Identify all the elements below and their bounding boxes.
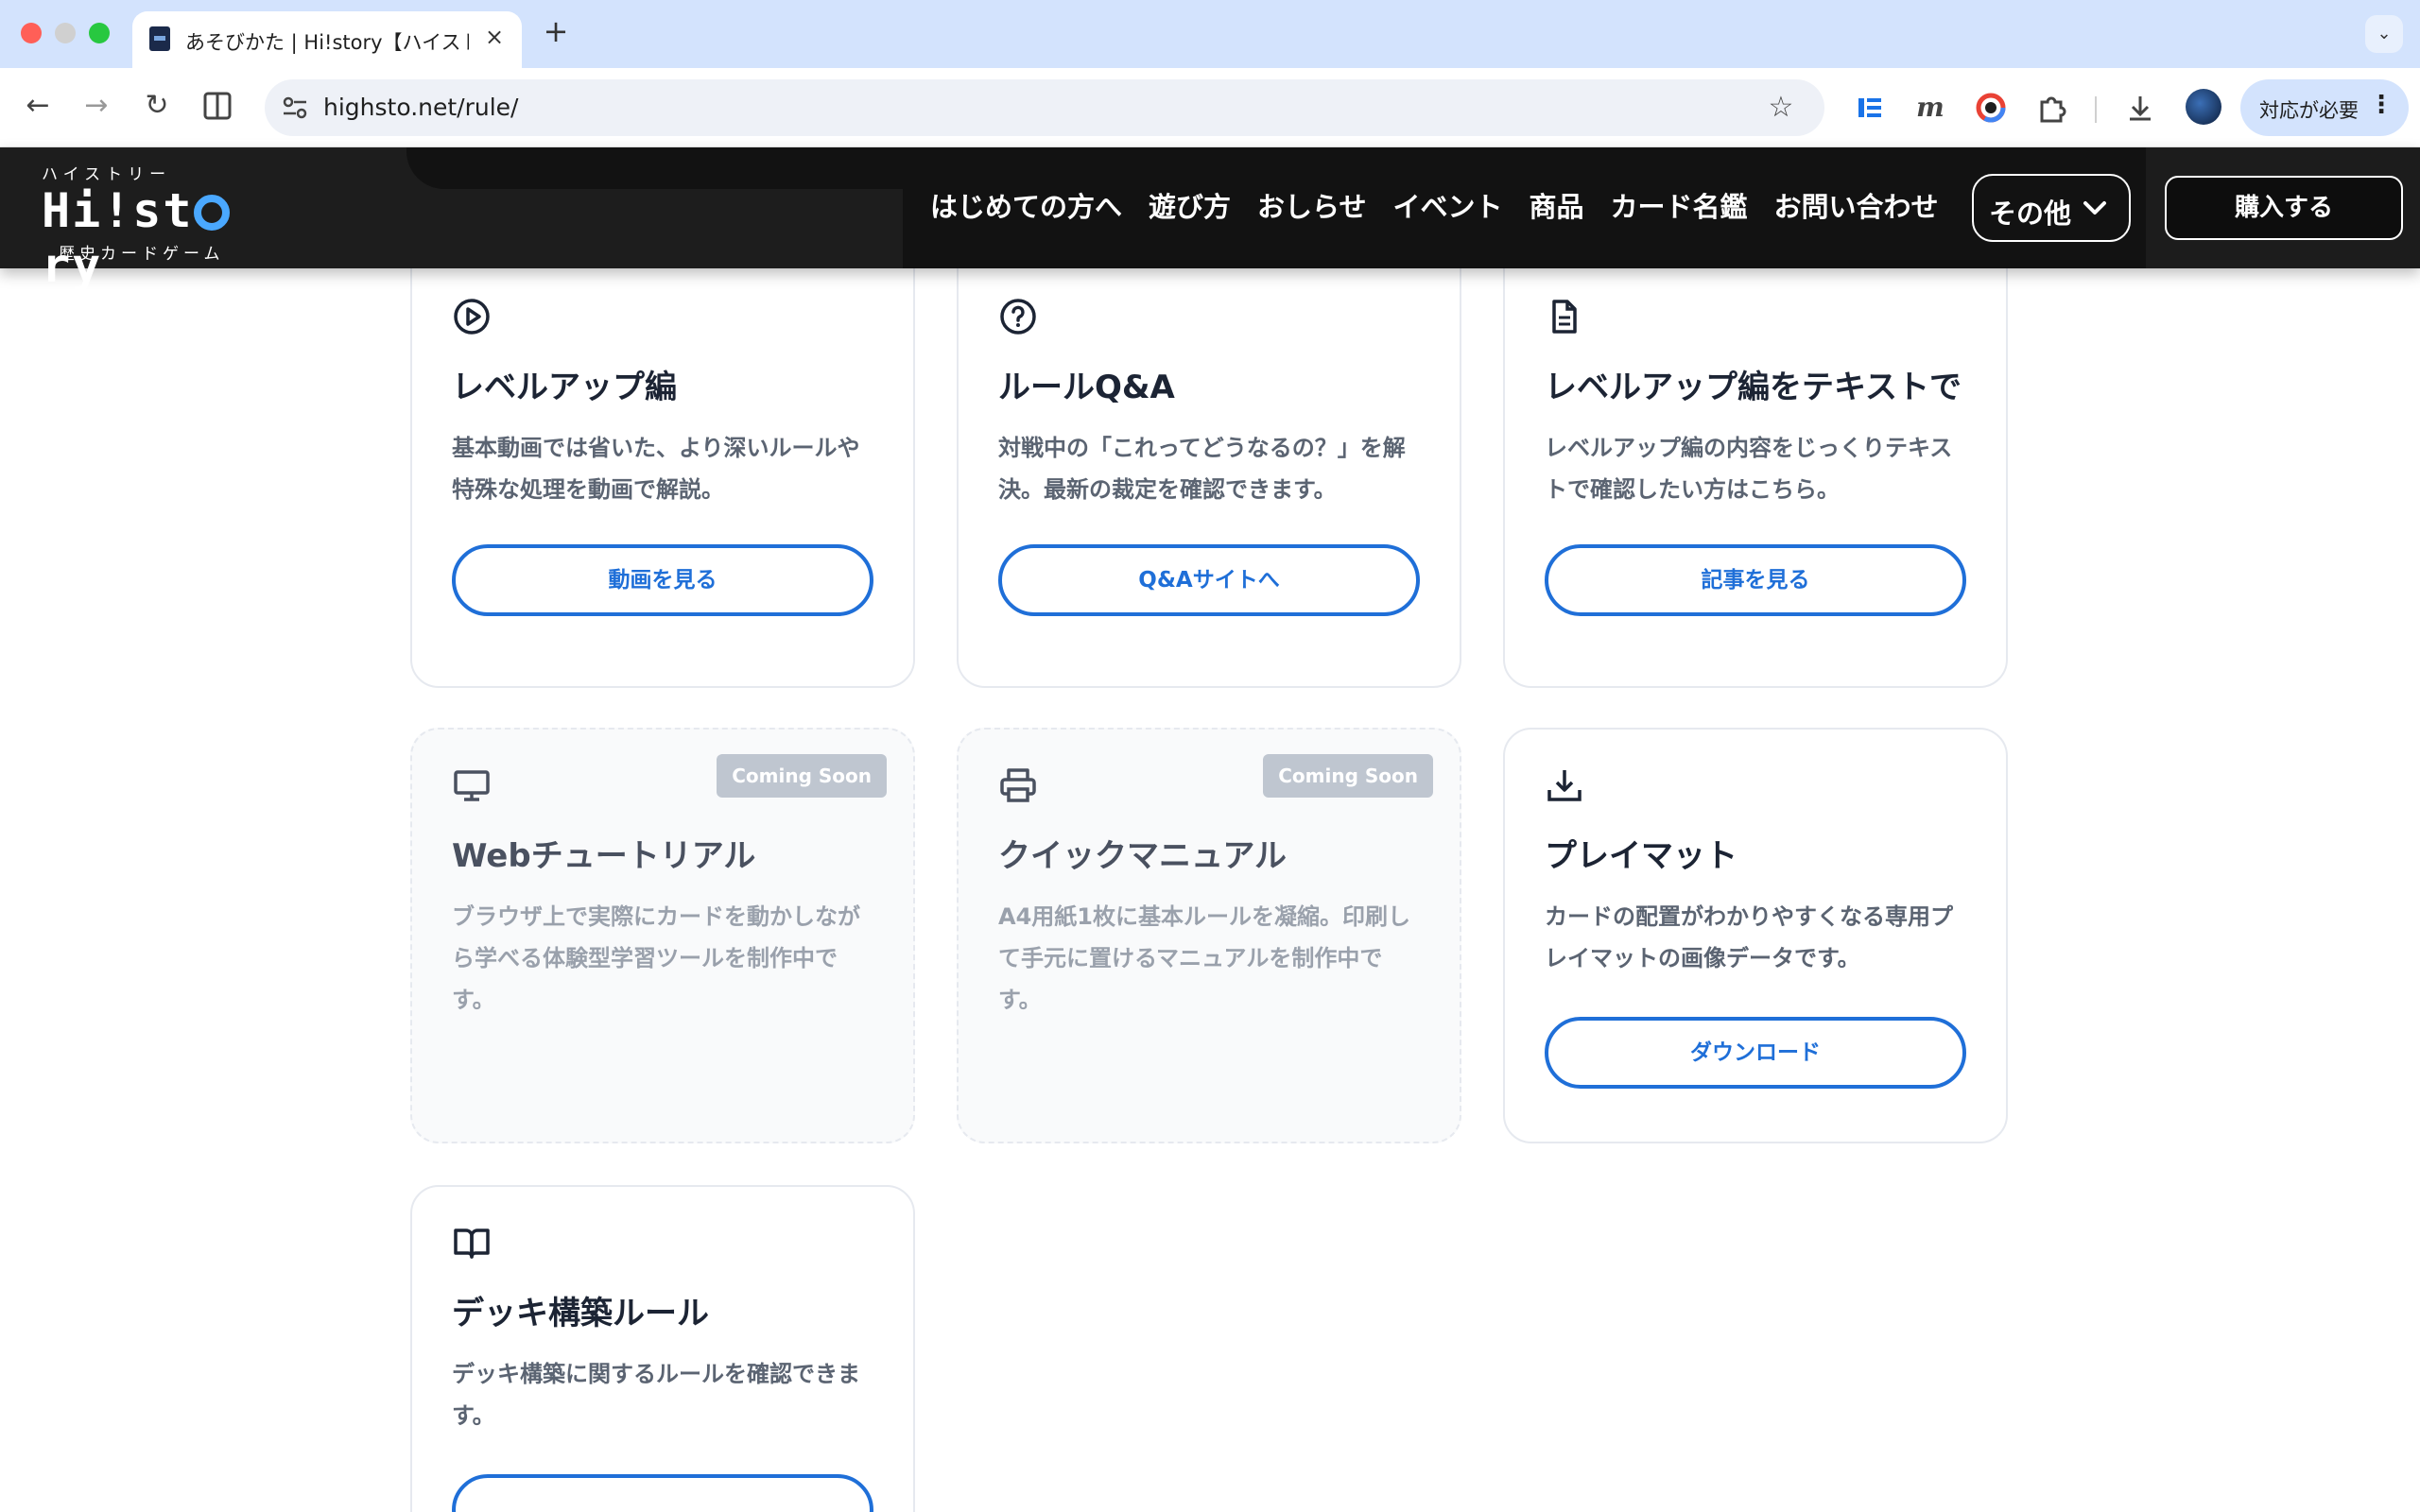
action-required-button[interactable]: 対応が必要 ⋮: [2240, 79, 2409, 136]
nav-card-list[interactable]: カード名鑑: [1610, 185, 1747, 229]
card-title: レベルアップ編をテキストで: [1545, 369, 1962, 406]
nav-news[interactable]: おしらせ: [1257, 185, 1366, 229]
document-icon: [1545, 297, 1584, 336]
download-icon: [1545, 765, 1584, 805]
card-description: 基本動画では省いた、より深いルールや特殊な処理を動画で解説。: [452, 435, 860, 503]
tab-close-icon[interactable]: ×: [480, 23, 509, 51]
more-menu-label: その他: [1989, 198, 2072, 230]
browser-toolbar: ← → ↻ highsto.net/rule/ ☆ m 対応が必要 ⋮: [0, 68, 2420, 147]
window-zoom-button[interactable]: [89, 23, 110, 43]
card-deck-building: デッキ構築ルール デッキ構築に関するルールを確認できます。: [410, 1185, 915, 1512]
card-rule-qa: ルールQ&A 対戦中の「これってどうなるの？」を解決。最新の裁定を確認できます。…: [957, 240, 1461, 688]
star-icon[interactable]: ☆: [1762, 89, 1800, 127]
play-circle-icon: [452, 297, 492, 336]
help-circle-icon: [998, 297, 1038, 336]
card-playmat: プレイマット カードの配置がわかりやすくなる専用プレイマットの画像データです。 …: [1503, 728, 2008, 1143]
extensions-icon[interactable]: [2032, 89, 2070, 127]
printer-icon: [998, 765, 1038, 805]
watch-video-button[interactable]: 動画を見る: [452, 544, 873, 616]
more-menu-button[interactable]: その他: [1972, 174, 2131, 242]
nav-events[interactable]: イベント: [1392, 185, 1502, 229]
action-required-label: 対応が必要: [2259, 99, 2359, 122]
download-button[interactable]: ダウンロード: [1545, 1017, 1966, 1089]
buy-button[interactable]: 購入する: [2165, 176, 2403, 240]
site-logo[interactable]: ハイストリー Hi!stry 歴史カードゲーム: [42, 157, 250, 293]
card-description: デッキ構築に関するルールを確認できます。: [452, 1361, 860, 1429]
chevron-down-icon: [2082, 189, 2108, 227]
nav-first-time[interactable]: はじめての方へ: [930, 185, 1122, 229]
header-decoration: [406, 147, 903, 189]
window-minimize-button[interactable]: [55, 23, 76, 43]
card-title: ルールQ&A: [998, 369, 1175, 406]
forward-icon[interactable]: →: [76, 85, 117, 127]
card-description: 対戦中の「これってどうなるの？」を解決。最新の裁定を確認できます。: [998, 435, 1406, 503]
nav-contact[interactable]: お問い合わせ: [1774, 185, 1939, 229]
tab-search-button[interactable]: ⌄: [2365, 15, 2403, 53]
tab-title: あそびかた | Hi!story【ハイストリー】: [185, 31, 469, 54]
site-header: ハイストリー Hi!stry 歴史カードゲーム はじめての方へ 遊び方 おしらせ…: [0, 147, 2420, 293]
nav-how-to-play[interactable]: 遊び方: [1149, 185, 1231, 229]
coming-soon-badge: Coming Soon: [1263, 754, 1433, 798]
card-level-up-text: レベルアップ編をテキストで レベルアップ編の内容をじっくりテキストで確認したい方…: [1503, 240, 2008, 688]
card-title: デッキ構築ルール: [452, 1295, 709, 1332]
logo-wordmark: Hi!stry: [42, 183, 250, 293]
card-title: クイックマニュアル: [998, 837, 1287, 875]
card-level-up-video: レベルアップ編 基本動画では省いた、より深いルールや特殊な処理を動画で解説。 動…: [410, 240, 915, 688]
reload-icon[interactable]: ↻: [136, 85, 178, 127]
card-description: ブラウザ上で実際にカードを動かしながら学べる体験型学習ツールを制作中です。: [452, 903, 860, 1013]
reader-icon[interactable]: [1851, 89, 1889, 127]
browser-tab-active[interactable]: あそびかた | Hi!story【ハイストリー】 ×: [132, 11, 522, 68]
read-article-button[interactable]: 記事を見る: [1545, 544, 1966, 616]
logo-kana: ハイストリー: [42, 165, 172, 184]
logo-ring-icon: [193, 195, 230, 231]
browser-tab-bar: あそびかた | Hi!story【ハイストリー】 × + ⌄: [0, 0, 2420, 68]
book-open-icon: [452, 1223, 492, 1263]
card-quick-manual: Coming Soon クイックマニュアル A4用紙1枚に基本ルールを凝縮。印刷…: [957, 728, 1461, 1143]
coming-soon-badge: Coming Soon: [717, 754, 887, 798]
qa-site-button[interactable]: Q&Aサイトへ: [998, 544, 1420, 616]
window-close-button[interactable]: [21, 23, 42, 43]
deck-rules-button[interactable]: [452, 1474, 873, 1512]
new-tab-button[interactable]: +: [539, 15, 573, 49]
more-icon[interactable]: ⋮: [2369, 91, 2394, 119]
site-favicon-icon: [149, 26, 170, 51]
card-title: Webチュートリアル: [452, 837, 756, 875]
card-description: カードの配置がわかりやすくなる専用プレイマットの画像データです。: [1545, 903, 1953, 971]
site-info-icon[interactable]: [278, 91, 312, 125]
card-web-tutorial: Coming Soon Webチュートリアル ブラウザ上で実際にカードを動かしな…: [410, 728, 915, 1143]
extension-m-icon[interactable]: m: [1911, 89, 1949, 127]
monitor-icon: [452, 765, 492, 805]
card-description: レベルアップ編の内容をじっくりテキストで確認したい方はこちら。: [1545, 435, 1953, 503]
address-bar[interactable]: highsto.net/rule/ ☆: [265, 79, 1824, 136]
url-text[interactable]: highsto.net/rule/: [323, 94, 518, 121]
nav-products[interactable]: 商品: [1529, 185, 1583, 229]
back-icon[interactable]: ←: [17, 85, 59, 127]
logo-subtitle: 歴史カードゲーム: [59, 245, 225, 264]
card-title: プレイマット: [1545, 837, 1737, 875]
card-title: レベルアップ編: [452, 369, 677, 406]
card-description: A4用紙1枚に基本ルールを凝縮。印刷して手元に置けるマニュアルを制作中です。: [998, 903, 1410, 1013]
split-view-icon[interactable]: [197, 85, 238, 127]
color-picker-icon[interactable]: [1972, 89, 2010, 127]
download-icon[interactable]: [2121, 89, 2159, 127]
toolbar-divider: [2095, 96, 2097, 123]
rule-resources-grid: レベルアップ編 基本動画では省いた、より深いルールや特殊な処理を動画で解説。 動…: [0, 240, 2420, 1512]
main-nav: はじめての方へ 遊び方 おしらせ イベント 商品 カード名鑑 お問い合わせ: [930, 185, 1939, 229]
profile-avatar-icon[interactable]: [2186, 89, 2221, 125]
